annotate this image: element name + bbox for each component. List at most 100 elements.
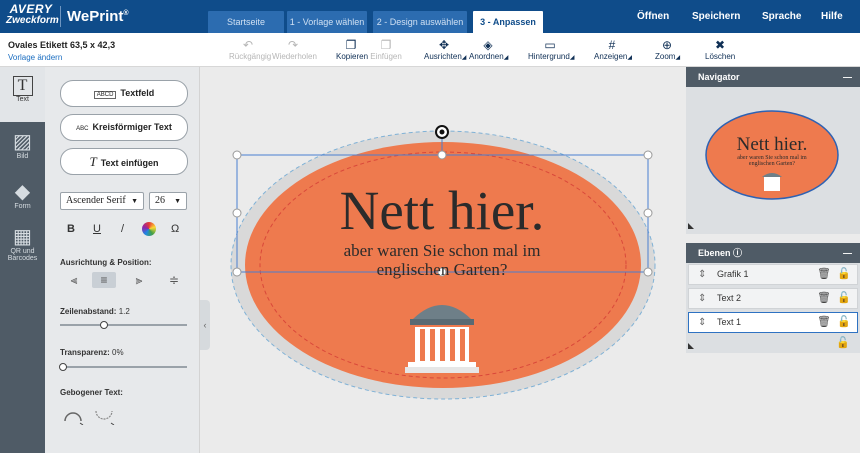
label-artboard: Nett hier. aber waren Sie schon mal im e…: [230, 125, 656, 400]
design-canvas[interactable]: Nett hier. aber waren Sie schon mal im e…: [210, 67, 685, 453]
rail-image[interactable]: ▨ Bild: [0, 127, 45, 167]
caret-icon: ◢: [569, 55, 575, 61]
menu-open[interactable]: Öffnen: [637, 11, 669, 22]
logo-divider: [60, 6, 61, 27]
transparency-knob[interactable]: [59, 363, 67, 371]
caret-icon: ◢: [627, 55, 632, 61]
document-name: Ovales Etikett 63,5 x 42,3: [8, 40, 116, 50]
collapse-icon[interactable]: —: [843, 67, 852, 87]
shapes-icon: ◆: [14, 181, 31, 203]
menu-help[interactable]: Hilfe: [821, 11, 843, 22]
align-left-icon[interactable]: ⫷: [62, 272, 86, 288]
subline-text-2[interactable]: englischen Garten?: [377, 260, 508, 279]
svg-text:Nett hier.: Nett hier.: [737, 134, 808, 155]
underline-button[interactable]: U: [93, 223, 101, 235]
zoom-button[interactable]: ⊕ Zoom◢: [655, 38, 681, 64]
paste-icon: ❐: [380, 38, 392, 52]
trash-icon[interactable]: 🗑: [817, 313, 831, 332]
editor-toolbar: Ovales Etikett 63,5 x 42,3 Vorlage änder…: [0, 33, 860, 67]
arc-down-icon[interactable]: [93, 405, 115, 426]
menu-save[interactable]: Speichern: [692, 11, 740, 22]
background-icon: ▭: [544, 38, 556, 52]
layers-panel: ⇕ Grafik 1 🗑 🔓 ⇕ Text 2 🗑 🔓 ⇕ Text 1 🗑 🔓 🔓: [686, 263, 860, 353]
delete-button[interactable]: ✖ Löschen: [705, 38, 735, 64]
top-bar: AVERY Zweckform WePrint® Startseite 1 - …: [0, 0, 860, 33]
redo-button[interactable]: ↷ Wiederholen: [272, 38, 317, 64]
change-template-link[interactable]: Vorlage ändern: [8, 53, 62, 62]
copy-button[interactable]: ❐ Kopieren: [336, 38, 368, 64]
layer-text-1[interactable]: ⇕ Text 1 🗑 🔓: [688, 312, 858, 333]
line-spacing-knob[interactable]: [100, 321, 109, 329]
navigator-preview[interactable]: Nett hier. aber waren Sie schon mal im e…: [686, 87, 860, 234]
weprint-logo[interactable]: WePrint®: [67, 8, 129, 25]
add-circular-text-button[interactable]: ABC Kreisförmiger Text: [60, 114, 188, 141]
drag-handle-icon[interactable]: ⇕: [698, 313, 706, 332]
text-icon: T: [12, 76, 33, 96]
unlock-icon[interactable]: 🔓: [837, 265, 851, 284]
unlock-icon[interactable]: 🔓: [836, 336, 850, 349]
collapse-icon[interactable]: —: [843, 243, 852, 263]
bold-button[interactable]: B: [67, 223, 75, 235]
trash-icon[interactable]: 🗑: [817, 289, 831, 308]
unlock-icon[interactable]: 🔓: [837, 313, 851, 332]
layers-header[interactable]: Ebenen ⓘ —: [686, 243, 860, 263]
unlock-icon[interactable]: 🔓: [837, 289, 851, 308]
navigator-thumbnail: Nett hier. aber waren Sie schon mal im e…: [688, 110, 839, 229]
caret-icon: ◢: [461, 55, 467, 61]
font-size-select[interactable]: 26 ▼: [149, 192, 187, 210]
qr-code-icon: ▦: [13, 226, 32, 248]
rail-qr-barcodes[interactable]: ▦ QR und Barcodes: [0, 224, 45, 272]
special-characters-button[interactable]: Ω: [171, 223, 179, 235]
chevron-down-icon: ▼: [174, 197, 181, 205]
collapse-panel-button[interactable]: ‹: [200, 300, 210, 350]
layers-icon: ◈: [483, 38, 493, 52]
align-center-icon[interactable]: ≡: [92, 272, 116, 288]
headline-text[interactable]: Nett hier.: [340, 180, 545, 241]
subline-text-1[interactable]: aber waren Sie schon mal im: [344, 241, 541, 260]
step-choose-template[interactable]: 1 - Vorlage wählen: [287, 11, 367, 33]
caret-icon: ◢: [503, 55, 509, 61]
trash-icon[interactable]: 🗑: [817, 265, 831, 284]
avery-logo[interactable]: AVERY Zweckform: [6, 3, 59, 30]
curved-text-label: Gebogener Text:: [60, 388, 123, 397]
drag-handle-icon[interactable]: ⇕: [698, 265, 706, 284]
layer-text-2[interactable]: ⇕ Text 2 🗑 🔓: [688, 288, 858, 309]
step-customize[interactable]: 3 - Anpassen: [473, 11, 543, 33]
font-family-select[interactable]: Ascender Serif ▼: [60, 192, 144, 210]
align-button[interactable]: ✥ Ausrichten◢: [424, 38, 467, 64]
arrange-button[interactable]: ◈ Anordnen◢: [469, 38, 509, 64]
info-icon[interactable]: ⓘ: [733, 248, 742, 258]
navigator-header[interactable]: Navigator —: [686, 67, 860, 87]
grid-icon: #: [608, 38, 616, 52]
insert-text-icon: T: [89, 154, 97, 169]
transparency-slider[interactable]: [59, 363, 187, 371]
insert-text-button[interactable]: T Text einfügen: [60, 148, 188, 175]
color-picker-icon[interactable]: [142, 222, 156, 236]
redo-icon: ↷: [287, 38, 299, 52]
add-textfield-button[interactable]: ABCD Textfeld: [60, 80, 188, 107]
menu-language[interactable]: Sprache: [762, 11, 801, 22]
align-right-icon[interactable]: ⫸: [127, 272, 151, 288]
arc-up-icon[interactable]: [62, 405, 84, 426]
resize-corner-icon: [688, 343, 694, 349]
undo-button[interactable]: ↶ Rückgängig: [229, 38, 271, 64]
italic-button[interactable]: /: [121, 223, 124, 235]
line-spacing-slider[interactable]: [60, 321, 187, 329]
caret-icon: ◢: [675, 55, 681, 61]
background-button[interactable]: ▭ Hintergrund◢: [528, 38, 575, 64]
step-start[interactable]: Startseite: [208, 11, 284, 33]
vertical-align-icon[interactable]: ≑: [162, 272, 186, 288]
display-button[interactable]: # Anzeigen◢: [594, 38, 632, 64]
rail-text[interactable]: T Text: [0, 67, 45, 122]
textfield-icon: ABCD: [93, 91, 117, 99]
drag-handle-icon[interactable]: ⇕: [698, 289, 706, 308]
image-icon: ▨: [13, 131, 32, 153]
layer-graphic-1[interactable]: ⇕ Grafik 1 🗑 🔓: [688, 264, 858, 285]
rail-shape[interactable]: ◆ Form: [0, 177, 45, 217]
step-choose-design[interactable]: 2 - Design auswählen: [373, 11, 467, 33]
paste-button[interactable]: ❐ Einfügen: [369, 38, 403, 64]
circular-text-icon: ABC: [76, 126, 89, 132]
zoom-icon: ⊕: [661, 38, 673, 52]
line-spacing-label: Zeilenabstand: 1.2: [60, 307, 130, 316]
rotate-handle-icon[interactable]: [435, 125, 449, 139]
